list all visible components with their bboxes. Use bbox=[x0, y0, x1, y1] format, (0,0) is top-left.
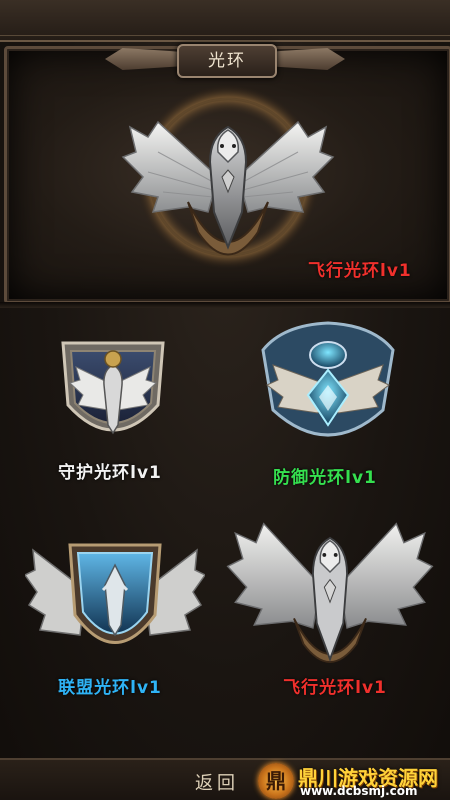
watermark-url: www.dcbsmj.com bbox=[300, 784, 418, 798]
guardian-aura-emblem bbox=[61, 341, 165, 435]
title-plate: 光环 bbox=[105, 40, 345, 78]
featured-flight-aura-emblem[interactable] bbox=[118, 82, 338, 282]
title-plate-ornament-right bbox=[265, 48, 345, 70]
page-title: 光环 bbox=[208, 51, 246, 71]
alliance-aura-label: 联盟光环lv1 bbox=[58, 678, 162, 698]
title-plate-ornament-left bbox=[105, 48, 185, 70]
defense-aura-emblem bbox=[261, 321, 395, 437]
guardian-aura-label: 守护光环lv1 bbox=[58, 463, 162, 483]
bottom-bar: 返回 鼎 鼎川游戏资源网 www.dcbsmj.com bbox=[0, 758, 450, 800]
panel-divider bbox=[0, 302, 450, 308]
aura-card-alliance[interactable]: 联盟光环lv1 bbox=[10, 525, 230, 698]
defense-aura-label: 防御光环lv1 bbox=[273, 468, 377, 488]
top-frame bbox=[0, 0, 450, 42]
aura-card-defense[interactable]: 防御光环lv1 bbox=[225, 315, 445, 488]
featured-aura-label: 飞行光环lv1 bbox=[308, 261, 412, 281]
title-plate-center: 光环 bbox=[177, 44, 277, 78]
aura-screen: 光环 飞行光环lv1 守护光环lv1 防御光环lv1 联盟光环lv1 飞行光环l… bbox=[0, 0, 450, 800]
watermark-logo: 鼎 bbox=[258, 763, 294, 799]
aura-card-flight[interactable]: 飞行光环lv1 bbox=[225, 495, 445, 698]
alliance-aura-emblem bbox=[25, 543, 205, 644]
flight-aura-emblem bbox=[226, 522, 434, 663]
flight-aura-label: 飞行光环lv1 bbox=[283, 678, 387, 698]
aura-card-guardian[interactable]: 守护光环lv1 bbox=[10, 320, 230, 483]
back-button[interactable]: 返回 bbox=[195, 769, 239, 795]
